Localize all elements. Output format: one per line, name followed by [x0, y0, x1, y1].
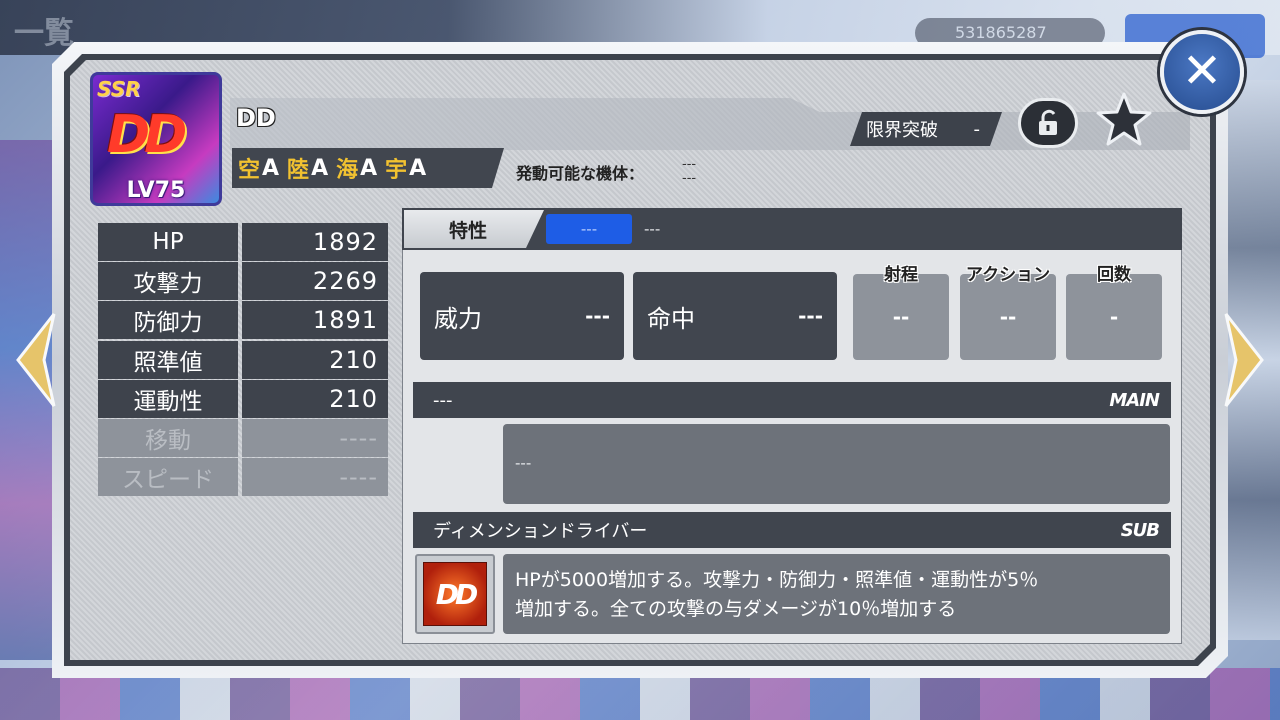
stat-value: 1892	[242, 223, 388, 261]
count-label: 回数	[1097, 265, 1131, 285]
sub-ability-bar: ディメンションドライバー SUB	[413, 512, 1171, 548]
sub-ability-name: ディメンションドライバー	[433, 521, 648, 542]
lock-button[interactable]	[1018, 98, 1078, 148]
terrain-key-air: 空	[238, 158, 261, 183]
terrain-key-space: 宇	[385, 158, 408, 183]
compatible-units-list: --- ---	[682, 158, 696, 186]
action-box: --	[960, 274, 1056, 360]
close-icon: ✕	[1181, 43, 1223, 99]
compatible-unit-1: ---	[682, 157, 697, 172]
stat-value: 1891	[242, 301, 388, 340]
weapon-name: ---	[644, 220, 661, 238]
star-icon	[1096, 92, 1152, 146]
rarity-badge: SSR	[97, 77, 141, 101]
limit-break: 限界突破 -	[850, 112, 1002, 146]
stat-value: 2269	[242, 262, 388, 301]
card-emblem: DD	[107, 105, 187, 165]
stat-row-defense: 防御力 1891	[98, 301, 390, 340]
sub-ability-description: HPが5000増加する。攻撃力・防御力・照準値・運動性が5％ 増加する。全ての攻…	[503, 554, 1170, 634]
stat-row-speed: スピード ----	[98, 458, 390, 497]
power-box: 威力 ---	[420, 272, 624, 360]
terrain-grade-land: A	[311, 155, 329, 181]
terrain-key-sea: 海	[336, 158, 359, 183]
main-ability-tag: MAIN	[1109, 389, 1160, 411]
unit-name: DD	[236, 104, 276, 132]
range-label: 射程	[884, 265, 918, 285]
stat-label: 運動性	[98, 379, 238, 418]
stat-row-aim: 照準値 210	[98, 340, 390, 379]
background-back-label: 一覧	[14, 16, 74, 51]
sub-ability-description-line1: HPが5000増加する。攻撃力・防御力・照準値・運動性が5％	[515, 569, 1039, 591]
unit-card: SSR DD LV75	[90, 72, 222, 206]
stat-label: 照準値	[98, 340, 238, 379]
main-ability-bar: --- MAIN	[413, 382, 1171, 418]
accuracy-value: ---	[798, 304, 823, 328]
count-box: -	[1066, 274, 1162, 360]
terrain-grade-air: A	[262, 155, 280, 181]
compatible-unit-2: ---	[682, 171, 697, 186]
stat-row-attack: 攻撃力 2269	[98, 262, 390, 301]
stat-value: 210	[242, 379, 388, 418]
stat-row-hp: HP 1892	[98, 223, 390, 261]
stat-value: 210	[242, 340, 388, 379]
stat-row-move: 移動 ----	[98, 418, 390, 457]
weapon-type-chip: ---	[546, 214, 632, 244]
limit-break-value: -	[973, 118, 980, 140]
stat-label: HP	[98, 223, 238, 261]
stat-label: 攻撃力	[98, 262, 238, 301]
stat-value: ----	[242, 418, 388, 457]
favorite-button[interactable]	[1094, 90, 1154, 150]
terrain-grade-space: A	[409, 155, 427, 181]
accuracy-label: 命中	[647, 304, 695, 333]
lock-open-icon	[1039, 109, 1057, 135]
power-label: 威力	[434, 304, 482, 333]
arrow-right-icon[interactable]	[1222, 312, 1266, 408]
limit-break-label: 限界突破	[866, 120, 938, 141]
terrain-grade-sea: A	[360, 155, 378, 181]
accuracy-box: 命中 ---	[633, 272, 837, 360]
sub-ability-tag: SUB	[1120, 519, 1160, 541]
range-box: --	[853, 274, 949, 360]
action-label: アクション	[965, 265, 1051, 285]
power-value: ---	[585, 304, 610, 328]
stat-value: ----	[242, 458, 388, 497]
close-button[interactable]: ✕	[1160, 30, 1244, 114]
main-ability-description: ---	[503, 424, 1170, 504]
card-level: LV75	[126, 178, 186, 203]
stat-label: 防御力	[98, 301, 238, 340]
arrow-left-icon[interactable]	[14, 312, 58, 408]
stats-table: HP 1892 攻撃力 2269 防御力 1891 照準値 210 運動性 21…	[98, 223, 390, 497]
compatible-units-label: 発動可能な機体：	[516, 164, 645, 183]
stat-label: 移動	[98, 418, 238, 457]
sub-ability-description-line2: 増加する。全ての攻撃の与ダメージが10％増加する	[515, 598, 957, 620]
terrain-ratings: 空 A 陸 A 海 A 宇 A	[232, 148, 504, 188]
sub-ability-icon: DD	[415, 554, 495, 634]
main-ability-name: ---	[433, 389, 453, 411]
stat-label: スピード	[98, 458, 238, 497]
tab-trait[interactable]: 特性	[404, 210, 544, 248]
terrain-key-land: 陸	[287, 158, 310, 183]
dd-emblem-icon: DD	[423, 562, 487, 626]
stat-row-mobility: 運動性 210	[98, 379, 390, 418]
